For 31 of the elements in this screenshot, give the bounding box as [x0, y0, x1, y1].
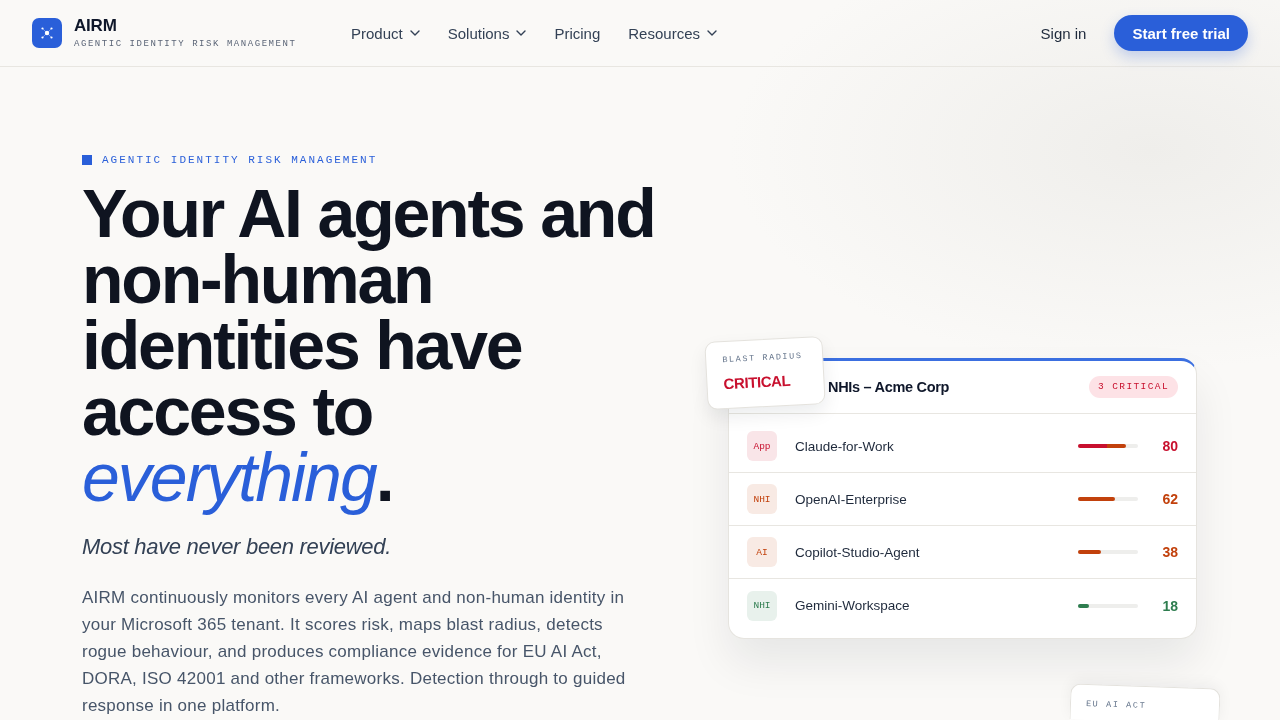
risk-score: 38 [1161, 544, 1178, 560]
eyebrow-text: AGENTIC IDENTITY RISK MANAGEMENT [102, 153, 378, 167]
type-tag: App [747, 431, 777, 461]
type-tag: AI [747, 537, 777, 567]
nav-link[interactable]: Solutions [447, 24, 527, 42]
nav-link[interactable]: Pricing [554, 24, 601, 42]
identity-name: Gemini-Workspace [795, 598, 911, 613]
start-trial-button[interactable]: Start free trial [1114, 15, 1248, 51]
brand-name: AIRM [74, 16, 118, 35]
type-tag: NHI [747, 484, 777, 514]
brand-tagline: AGENTIC IDENTITY RISK MANAGEMENT [74, 37, 297, 50]
identity-name: Copilot-Studio-Agent [795, 544, 921, 560]
risk-score: 18 [1161, 597, 1178, 614]
hero-headline: Your AI agents and non-human identities have access to everything. [82, 180, 656, 517]
risk-score: 62 [1161, 491, 1178, 507]
critical-count-badge: 3 CRITICAL [1089, 376, 1178, 398]
identity-name: Claude-for-Work [795, 438, 895, 454]
square-marker-icon [82, 155, 92, 165]
identity-name: OpenAI-Enterprise [795, 491, 908, 507]
hero-description: AIRM continuously monitors every AI agent and non-human identity in your Microsoft 365 tenant. It scores risk, maps blast radius, detects rogue behaviour, and produces compliance evidence for EU AI Act, DORA, ISO 42001 and other frameworks. Detection through to guided response in one platform. [82, 587, 627, 717]
logo-icon [32, 18, 62, 48]
blast-radius-label: BLAST RADIUS [722, 350, 804, 367]
nav-link[interactable]: Product [351, 24, 420, 42]
blast-radius-value: CRITICAL [723, 370, 792, 393]
card-title: NHIs – Acme Corp [828, 379, 950, 395]
sign-in-link[interactable]: Sign in [1040, 24, 1087, 42]
type-tag: NHI [747, 590, 777, 621]
compliance-label: EU AI ACT [1085, 698, 1148, 714]
hero-subheadline: Most have never been reviewed. [82, 533, 392, 561]
risk-score: 80 [1161, 438, 1178, 454]
nav-link[interactable]: Resources [628, 24, 717, 42]
